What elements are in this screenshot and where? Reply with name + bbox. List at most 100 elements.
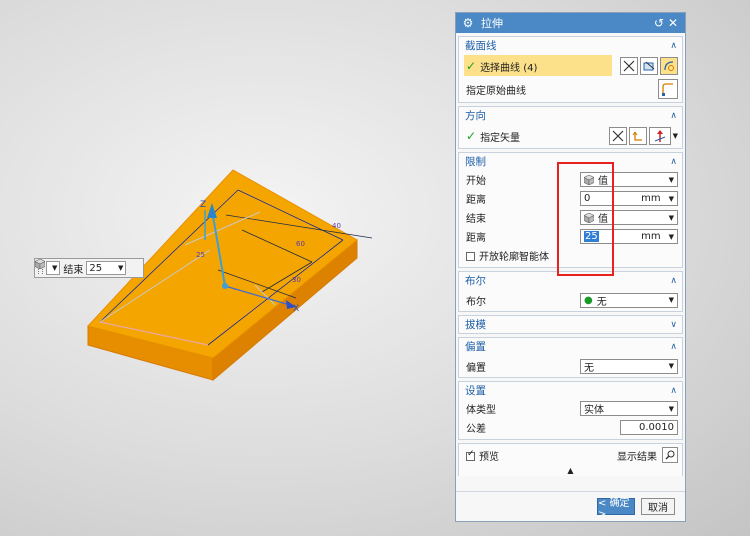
- end-value-field[interactable]: 25 ▼: [86, 261, 127, 275]
- draft-header[interactable]: 拔模 ∨: [459, 316, 682, 333]
- dimension-label: 40: [332, 222, 341, 230]
- settings-title: 设置: [465, 385, 486, 397]
- dialog-title: 拉伸: [481, 17, 503, 30]
- ok-button[interactable]: < 确定 >: [597, 498, 635, 520]
- original-curve-button[interactable]: [658, 79, 678, 99]
- tolerance-row: 公差 0.0010: [459, 418, 682, 437]
- section-panel: 截面线 ∧ ✓ 选择曲线 (4) 指定原始曲线: [458, 36, 683, 103]
- chevron-up-icon: ∧: [670, 385, 677, 396]
- annotation-highlight-box: [557, 162, 614, 276]
- chevron-down-icon: ▼: [118, 264, 124, 272]
- chevron-down-icon[interactable]: ▼: [673, 132, 678, 140]
- boolean-label: 布尔: [466, 296, 486, 308]
- chevron-down-icon: ▼: [668, 213, 674, 222]
- chevron-up-icon: ∧: [670, 341, 677, 352]
- boolean-dropdown[interactable]: ● 无 ▼: [580, 292, 678, 308]
- boolean-none-icon: ●: [584, 294, 593, 306]
- reverse-direction-icon: [632, 131, 642, 141]
- body-type-dropdown[interactable]: 实体 ▼: [580, 401, 678, 416]
- cancel-button[interactable]: 取消: [641, 498, 675, 515]
- specify-vector-label: 指定矢量: [480, 132, 521, 144]
- offset-header[interactable]: 偏置 ∧: [459, 338, 682, 355]
- dimension-label: 60: [296, 240, 305, 248]
- sketch-icon: [612, 130, 624, 142]
- limit-type-dropdown[interactable]: ▼: [35, 259, 61, 275]
- graphics-viewport[interactable]: Z X 25 60 40 30 ▼ 结束 25 ▼: [0, 0, 455, 536]
- select-curve-row[interactable]: ✓ 选择曲线 (4): [459, 54, 682, 78]
- z-axis-label: Z: [200, 200, 206, 210]
- expand-more-icon[interactable]: ▲: [459, 466, 682, 476]
- direction-title: 方向: [465, 110, 486, 122]
- chevron-up-icon: ∧: [670, 275, 677, 286]
- offset-panel: 偏置 ∧ 偏置 无 ▼: [458, 337, 683, 378]
- curve-icon: [643, 61, 655, 71]
- vector-sketch-button[interactable]: [608, 127, 627, 145]
- offset-title: 偏置: [465, 341, 486, 353]
- original-curve-row[interactable]: 指定原始曲线: [459, 78, 682, 100]
- chevron-down-icon: ▼: [668, 232, 674, 241]
- curve-icon: [664, 61, 674, 71]
- settings-panel: 设置 ∧ 体类型 实体 ▼ 公差 0.0010: [458, 381, 683, 440]
- chevron-down-icon: ▼: [668, 175, 674, 184]
- chevron-up-icon: ∧: [670, 110, 677, 121]
- offset-value: 无: [584, 362, 594, 374]
- checkmark-icon: ✓: [466, 129, 477, 143]
- section-title: 截面线: [465, 40, 497, 52]
- preview-row: 预览 显示结果: [459, 444, 682, 466]
- tolerance-input[interactable]: 0.0010: [620, 420, 678, 435]
- boolean-title: 布尔: [465, 275, 486, 287]
- specify-vector-row[interactable]: ✓ 指定矢量 ▼: [459, 124, 682, 148]
- preview-checkbox[interactable]: [466, 449, 475, 461]
- end-label: 结束: [63, 264, 84, 276]
- end-unit: mm: [641, 231, 661, 242]
- preview-panel: 预览 显示结果 ▲: [458, 443, 683, 476]
- chevron-down-icon: ∨: [670, 319, 677, 330]
- show-result-label: 显示结果: [617, 451, 657, 463]
- end-value-text: 25: [89, 262, 103, 274]
- x-axis-label: X: [293, 304, 299, 314]
- dialog-titlebar: ⚙ 拉伸 ↺ ✕: [456, 13, 685, 33]
- direction-header[interactable]: 方向 ∧: [459, 107, 682, 124]
- chevron-down-icon: ▼: [668, 194, 674, 203]
- open-profile-checkbox[interactable]: [466, 252, 475, 261]
- tolerance-label: 公差: [466, 424, 486, 435]
- settings-header[interactable]: 设置 ∧: [459, 382, 682, 399]
- vector-icon: [654, 130, 665, 142]
- body-type-row: 体类型 实体 ▼: [459, 399, 682, 418]
- reverse-direction-button[interactable]: [628, 127, 647, 145]
- preview-label: 预览: [479, 451, 499, 463]
- dialog-footer: < 确定 > 取消: [456, 491, 685, 521]
- offset-label: 偏置: [466, 362, 486, 374]
- vector-type-dropdown[interactable]: [648, 127, 671, 145]
- floating-end-limit-bar: ▼ 结束 25 ▼: [34, 258, 144, 278]
- limits-title: 限制: [465, 156, 486, 168]
- sketch-icon: [623, 60, 635, 72]
- start-unit: mm: [641, 193, 661, 204]
- curve-rule-button[interactable]: [640, 57, 658, 75]
- section-header[interactable]: 截面线 ∧: [459, 37, 682, 54]
- boolean-value: 无: [596, 296, 607, 308]
- body-type-label: 体类型: [466, 405, 496, 416]
- gear-icon: ⚙: [462, 16, 474, 30]
- dimension-label: 30: [292, 276, 301, 284]
- chevron-down-icon: ▼: [668, 404, 674, 413]
- chevron-down-icon: ▼: [668, 362, 674, 370]
- reset-icon[interactable]: ↺: [652, 16, 666, 30]
- boolean-row: 布尔 ● 无 ▼: [459, 289, 682, 311]
- curve-select-button[interactable]: [660, 57, 678, 75]
- sketch-section-button[interactable]: [620, 57, 638, 75]
- boolean-panel: 布尔 ∧ 布尔 ● 无 ▼: [458, 271, 683, 312]
- offset-dropdown[interactable]: 无 ▼: [580, 358, 678, 374]
- checkmark-icon: ✓: [466, 59, 477, 73]
- chevron-down-icon: ▼: [52, 264, 58, 272]
- chevron-up-icon: ∧: [670, 156, 677, 167]
- body-type-value: 实体: [584, 405, 604, 416]
- original-curve-label: 指定原始曲线: [466, 85, 526, 97]
- tolerance-value: 0.0010: [639, 422, 674, 433]
- direction-panel: 方向 ∧ ✓ 指定矢量 ▼: [458, 106, 683, 149]
- show-result-button[interactable]: [662, 447, 678, 463]
- dimension-label: 25: [196, 251, 205, 259]
- close-icon[interactable]: ✕: [666, 16, 680, 30]
- draft-title: 拔模: [465, 319, 486, 331]
- magnifier-icon: [665, 450, 675, 460]
